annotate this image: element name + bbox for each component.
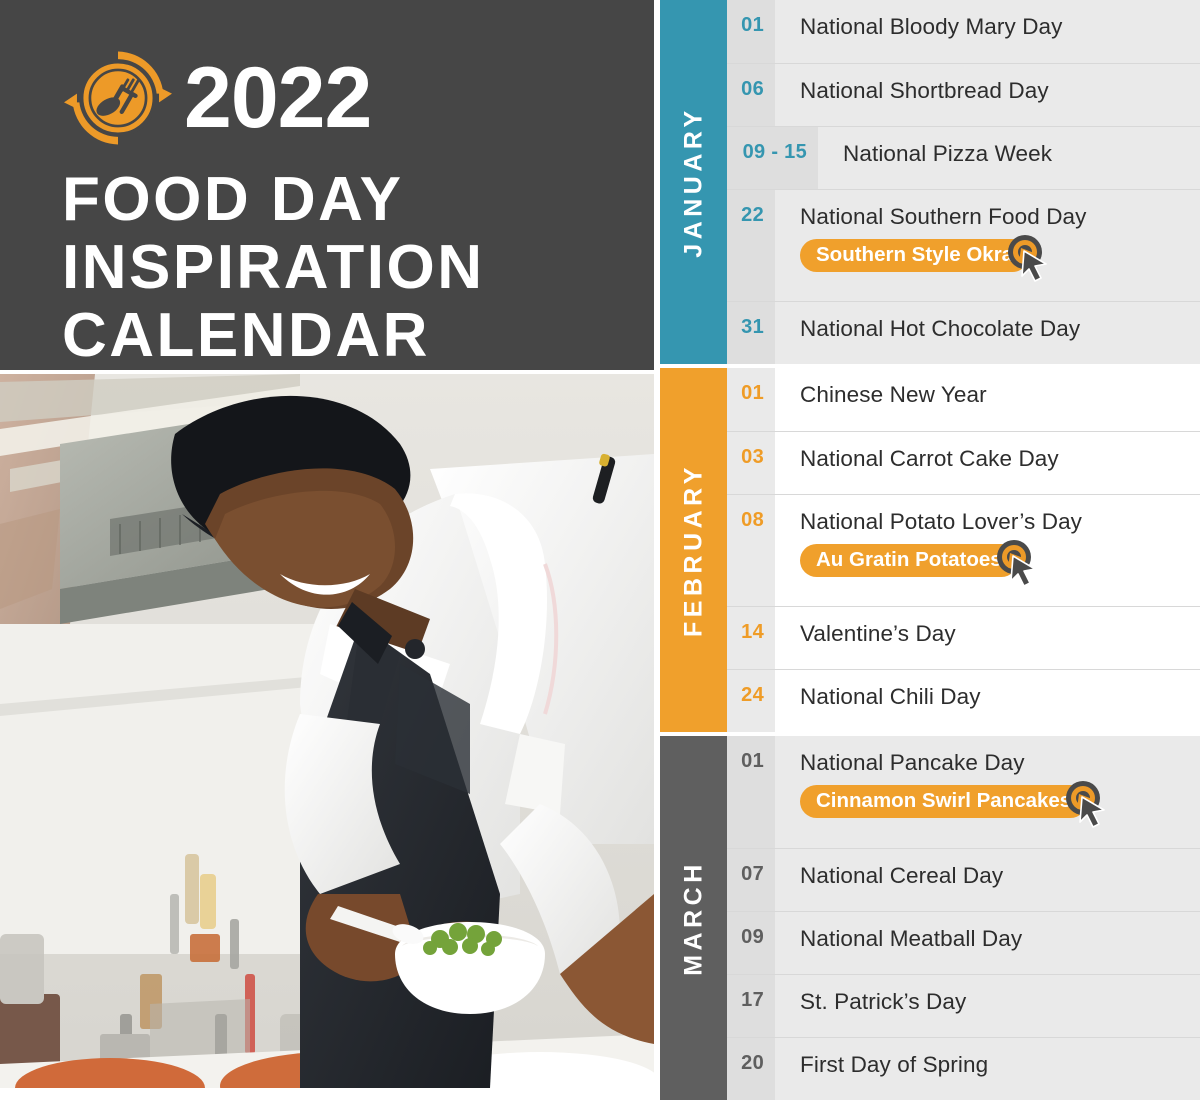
event-cell: First Day of Spring <box>775 1052 1200 1078</box>
month-tab-january: JANUARY <box>660 0 727 364</box>
day-number: 20 <box>727 1038 775 1100</box>
title-line-3: CALENDAR <box>62 301 430 370</box>
event-name: National Carrot Cake Day <box>800 446 1059 471</box>
calendar-row[interactable]: 06 National Shortbread Day <box>727 63 1200 126</box>
calendar-row[interactable]: 20 First Day of Spring <box>727 1037 1200 1100</box>
page-title: FOOD DAY INSPIRATION CALENDAR <box>62 166 642 370</box>
month-block-march: MARCH 01 National Pancake Day Cinnamon Swir… <box>660 736 1200 1100</box>
event-name: National Pizza Week <box>843 141 1053 166</box>
event-name: Chinese New Year <box>800 382 987 407</box>
recipe-badge-wrap: Southern Style Okra <box>800 235 1192 282</box>
event-name: St. Patrick’s Day <box>800 989 967 1014</box>
hero-header: 2022 FOOD DAY INSPIRATION CALENDAR <box>0 0 654 370</box>
event-cell: National Shortbread Day <box>775 78 1200 104</box>
event-name: National Bloody Mary Day <box>800 14 1063 39</box>
calendar-row[interactable]: 22 National Southern Food Day Southern Sty… <box>727 189 1200 301</box>
event-name: National Meatball Day <box>800 926 1023 951</box>
calendar-row[interactable]: 09 National Meatball Day <box>727 911 1200 974</box>
day-number: 09 <box>727 912 775 974</box>
day-number: 06 <box>727 64 775 126</box>
event-name: Valentine’s Day <box>800 621 956 646</box>
event-cell: National Southern Food Day Southern Style… <box>775 204 1200 282</box>
day-number: 14 <box>727 607 775 669</box>
recipe-link-badge[interactable]: Au Gratin Potatoes <box>800 544 1018 577</box>
event-cell: St. Patrick’s Day <box>775 989 1200 1015</box>
left-panel: 2022 FOOD DAY INSPIRATION CALENDAR <box>0 0 654 1088</box>
click-cursor-icon <box>992 537 1044 589</box>
calendar-row[interactable]: 14 Valentine’s Day <box>727 606 1200 669</box>
event-name: National Shortbread Day <box>800 78 1049 103</box>
day-number: 22 <box>727 190 775 301</box>
event-cell: National Pancake Day Cinnamon Swirl Panca… <box>775 750 1200 828</box>
month-label: MARCH <box>679 860 707 976</box>
month-tab-march: MARCH <box>660 736 727 1100</box>
calendar-row[interactable]: 01 National Pancake Day Cinnamon Swirl Pan… <box>727 736 1200 848</box>
event-cell: National Chili Day <box>775 684 1200 710</box>
title-line-2: INSPIRATION <box>62 233 485 302</box>
event-name: National Hot Chocolate Day <box>800 316 1081 341</box>
year-title: 2022 <box>184 50 372 146</box>
month-rows: 01 National Bloody Mary Day 06 National Sho… <box>727 0 1200 364</box>
day-number: 01 <box>727 736 775 848</box>
event-name: First Day of Spring <box>800 1052 989 1077</box>
event-cell: National Meatball Day <box>775 926 1200 952</box>
day-number: 24 <box>727 670 775 732</box>
click-cursor-icon <box>1061 778 1113 830</box>
month-block-february: FEBRUARY 01 Chinese New Year 03 National Car… <box>660 368 1200 732</box>
month-rows: 01 National Pancake Day Cinnamon Swirl Pan… <box>727 736 1200 1100</box>
event-name: National Pancake Day <box>800 750 1025 775</box>
event-name: National Chili Day <box>800 684 981 709</box>
recipe-link-badge[interactable]: Southern Style Okra <box>800 239 1030 272</box>
calendar-row[interactable]: 24 National Chili Day <box>727 669 1200 732</box>
plate-fork-spoon-recycle-icon <box>64 44 172 152</box>
event-name: National Cereal Day <box>800 863 1004 888</box>
event-name: National Potato Lover’s Day <box>800 509 1083 534</box>
event-cell: Chinese New Year <box>775 382 1200 408</box>
food-day-calendar-page: 2022 FOOD DAY INSPIRATION CALENDAR JANUA… <box>0 0 1200 1100</box>
day-number: 17 <box>727 975 775 1037</box>
recipe-badge-wrap: Cinnamon Swirl Pancakes <box>800 781 1192 828</box>
calendar-row[interactable]: 01 Chinese New Year <box>727 368 1200 431</box>
event-cell: National Bloody Mary Day <box>775 14 1200 40</box>
day-number: 08 <box>727 495 775 606</box>
chef-plating-dish-photo <box>0 374 654 1088</box>
calendar-panel: JANUARY 01 National Bloody Mary Day 06 Natio… <box>660 0 1200 1100</box>
month-tab-february: FEBRUARY <box>660 368 727 732</box>
recipe-link-badge[interactable]: Cinnamon Swirl Pancakes <box>800 785 1088 818</box>
calendar-row[interactable]: 07 National Cereal Day <box>727 848 1200 911</box>
title-line-1: FOOD DAY <box>62 165 404 234</box>
day-number: 01 <box>727 0 775 63</box>
day-number: 03 <box>727 432 775 494</box>
month-label: FEBRUARY <box>679 463 707 637</box>
month-rows: 01 Chinese New Year 03 National Carrot Cake… <box>727 368 1200 732</box>
day-number: 09 - 15 <box>727 127 818 189</box>
recipe-badge-wrap: Au Gratin Potatoes <box>800 540 1192 587</box>
calendar-row[interactable]: 09 - 15 National Pizza Week <box>727 126 1200 189</box>
event-cell: National Carrot Cake Day <box>775 446 1200 472</box>
event-cell: National Pizza Week <box>818 141 1200 167</box>
calendar-row[interactable]: 08 National Potato Lover’s Day Au Gratin P… <box>727 494 1200 606</box>
event-cell: Valentine’s Day <box>775 621 1200 647</box>
event-cell: National Hot Chocolate Day <box>775 316 1200 342</box>
click-cursor-icon <box>1003 232 1055 284</box>
calendar-row[interactable]: 01 National Bloody Mary Day <box>727 0 1200 63</box>
calendar-row[interactable]: 03 National Carrot Cake Day <box>727 431 1200 494</box>
calendar-row[interactable]: 31 National Hot Chocolate Day <box>727 301 1200 364</box>
calendar-row[interactable]: 17 St. Patrick’s Day <box>727 974 1200 1037</box>
logo-row: 2022 <box>62 44 642 152</box>
event-name: National Southern Food Day <box>800 204 1087 229</box>
month-block-january: JANUARY 01 National Bloody Mary Day 06 Natio… <box>660 0 1200 364</box>
hero-content: 2022 FOOD DAY INSPIRATION CALENDAR <box>62 44 642 370</box>
day-number: 31 <box>727 302 775 364</box>
event-cell: National Potato Lover’s Day Au Gratin Pot… <box>775 509 1200 587</box>
month-label: JANUARY <box>679 106 707 258</box>
day-number: 07 <box>727 849 775 911</box>
day-number: 01 <box>727 368 775 431</box>
event-cell: National Cereal Day <box>775 863 1200 889</box>
